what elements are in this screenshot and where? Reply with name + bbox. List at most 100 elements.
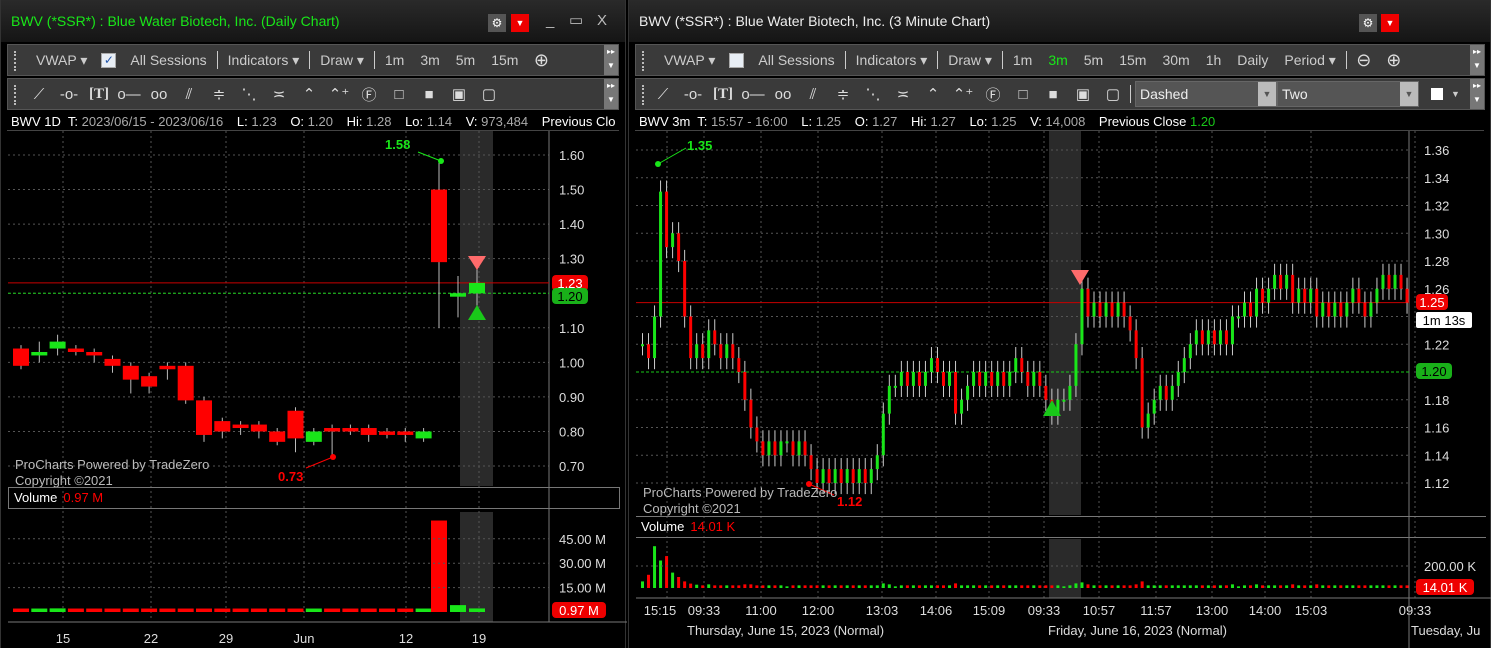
volume-bar: [1182, 585, 1186, 588]
volume-tag: 14.01 K: [1423, 580, 1468, 595]
volume-bar: [725, 585, 729, 588]
time-tick-label: 13:00: [1196, 603, 1229, 618]
volume-bar: [1267, 585, 1271, 588]
candle: [954, 372, 958, 414]
volume-bar: [177, 608, 194, 612]
candle: [815, 469, 819, 483]
low-marker-label: 1.12: [837, 494, 862, 509]
candle: [1369, 302, 1373, 317]
price-tick-label: 1.10: [559, 321, 584, 336]
high-marker-dot: [438, 158, 444, 164]
candle: [713, 330, 717, 345]
volume-bar: [990, 585, 994, 588]
volume-bar: [821, 585, 825, 588]
volume-bar: [1170, 585, 1174, 588]
candle: [1086, 288, 1090, 317]
volume-bar: [893, 586, 897, 588]
candle: [1212, 330, 1216, 345]
candle: [342, 428, 359, 432]
candle: [1255, 288, 1259, 317]
volume-bar: [1369, 585, 1373, 588]
candle: [1303, 288, 1307, 303]
volume-bar: [773, 585, 777, 588]
candle: [641, 344, 644, 347]
candle: [1140, 358, 1144, 428]
volume-bar: [683, 581, 687, 588]
candle: [911, 372, 915, 386]
candle: [13, 348, 29, 366]
volume-bar: [1405, 585, 1409, 588]
candle: [942, 372, 945, 386]
volume-bar: [67, 608, 84, 612]
low-marker-label: 0.73: [278, 469, 303, 484]
volume-bar: [250, 608, 267, 612]
candle: [671, 233, 675, 248]
time-tick-label: 15:15: [644, 603, 677, 618]
candle: [86, 351, 103, 356]
volume-bar: [1327, 585, 1331, 588]
candle: [1351, 288, 1355, 303]
volume-label: Volume: [641, 519, 685, 534]
candle: [1273, 274, 1277, 289]
volume-bar: [122, 608, 139, 612]
daily-price-chart[interactable]: 1.60 1.50 1.40 1.30 1.20 1.10 1.00 0.90 0.80 0.70…: [1, 0, 627, 648]
volume-bar: [779, 585, 783, 588]
candle: [1291, 274, 1295, 303]
candle: [1038, 372, 1042, 386]
candle: [990, 372, 994, 386]
candle: [863, 469, 867, 483]
candle: [935, 358, 939, 372]
candle: [1387, 274, 1391, 289]
volume-bar: [450, 605, 466, 612]
candle: [966, 385, 970, 400]
intraday-price-chart[interactable]: 1.361.341.321.301.281.261.241.221.201.18…: [629, 0, 1491, 648]
volume-bar: [1261, 585, 1265, 588]
volume-bar: [755, 585, 759, 588]
price-tick-label: 1.16: [1424, 421, 1449, 436]
volume-bar: [1285, 585, 1289, 588]
volume-tick-label: 45.00 M: [559, 532, 606, 547]
volume-bar: [269, 608, 286, 612]
candle: [1393, 274, 1397, 289]
volume-bar: [665, 556, 669, 588]
candle: [1182, 358, 1186, 372]
candle: [869, 469, 873, 483]
volume-bar: [791, 585, 795, 588]
volume-bar: [1333, 585, 1337, 588]
candle: [141, 376, 158, 387]
volume-bar: [159, 608, 176, 612]
volume-bar: [1062, 586, 1066, 588]
volume-bar: [1315, 584, 1319, 588]
volume-tick-label: 200.00 K: [1424, 559, 1476, 574]
candle: [701, 344, 705, 359]
candle: [397, 431, 414, 435]
candle: [177, 365, 194, 401]
price-tick-label: 1.18: [1424, 393, 1449, 408]
volume-bar: [917, 585, 921, 588]
volume-bar: [1381, 585, 1385, 588]
volume-bar: [719, 585, 723, 588]
volume-bar: [1303, 585, 1307, 588]
volume-bar: [1014, 585, 1018, 588]
time-tick-label: 12:00: [802, 603, 835, 618]
candle: [791, 441, 795, 456]
candle: [232, 424, 249, 429]
volume-tick-label: 15.00 M: [559, 581, 606, 596]
intraday-chart-window: BWV (*SSR*) : Blue Water Biotech, Inc. (…: [628, 0, 1491, 648]
candle: [1152, 399, 1156, 414]
volume-bar: [1140, 581, 1144, 588]
time-tick-label: 14:06: [920, 603, 953, 618]
candle: [839, 469, 843, 483]
volume-bar: [671, 572, 675, 588]
candle: [755, 427, 759, 442]
candle: [469, 282, 485, 294]
candle: [67, 348, 84, 352]
high-marker-dot: [655, 161, 661, 167]
candle: [1146, 413, 1150, 428]
volume-bar: [1074, 583, 1078, 588]
candle: [1170, 385, 1174, 400]
volume-bar: [809, 585, 813, 588]
candle: [250, 424, 267, 432]
candle: [887, 385, 891, 414]
volume-bar: [469, 608, 485, 612]
